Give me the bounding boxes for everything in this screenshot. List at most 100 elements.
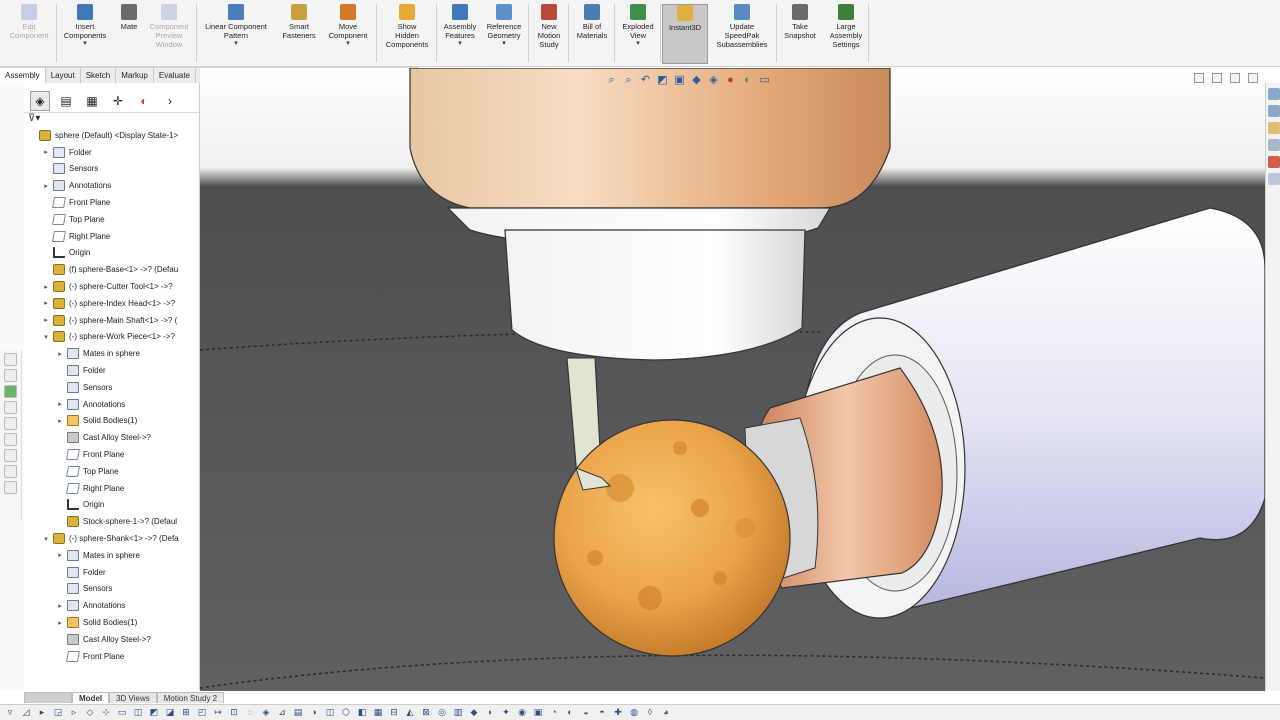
bill-of-materials-button[interactable]: Bill of Materials bbox=[572, 4, 612, 64]
new-motion-study-button[interactable]: New Motion Study bbox=[532, 4, 566, 64]
appearances-icon[interactable] bbox=[1268, 156, 1280, 168]
insert-components-button[interactable]: Insert Components ▾ bbox=[58, 4, 112, 64]
view-orientation-icon[interactable]: ▣ bbox=[673, 74, 686, 87]
chevron-down-icon[interactable]: ▾ bbox=[458, 40, 462, 48]
chevron-down-icon[interactable]: ▾ bbox=[636, 40, 640, 48]
chevron-down-icon[interactable]: ▾ bbox=[83, 40, 87, 48]
reference-geometry-button[interactable]: Reference Geometry ▾ bbox=[482, 4, 526, 64]
tab-assembly[interactable]: Assembly bbox=[0, 67, 46, 83]
toolbar-tool-icon[interactable]: ◑ bbox=[308, 707, 320, 718]
tree-item[interactable]: ▸ Annotations bbox=[24, 597, 199, 614]
view-settings-icon[interactable]: ▭ bbox=[758, 74, 771, 87]
toolbar-tool-icon[interactable]: ◩ bbox=[148, 707, 160, 718]
apply-scene-icon[interactable]: ◐ bbox=[741, 74, 754, 87]
expand-arrow-icon[interactable]: ▸ bbox=[42, 182, 50, 190]
tree-item[interactable]: Front Plane bbox=[24, 446, 199, 463]
toolbar-tool-icon[interactable]: ▣ bbox=[532, 707, 544, 718]
bottom-tab-3d-views[interactable]: 3D Views bbox=[109, 692, 157, 703]
zoom-to-area-icon[interactable]: ⌕ bbox=[622, 74, 635, 87]
tree-item[interactable]: Folder bbox=[24, 362, 199, 379]
chevron-down-icon[interactable]: ▾ bbox=[346, 40, 350, 48]
update-speedpak-button[interactable]: Update SpeedPak Subassemblies bbox=[712, 4, 772, 64]
toolbar-tool-icon[interactable]: ✦ bbox=[500, 707, 512, 718]
tree-item[interactable]: Top Plane bbox=[24, 211, 199, 228]
configuration-manager-icon[interactable]: ▦ bbox=[82, 91, 102, 111]
toolbar-tool-icon[interactable]: ◇ bbox=[84, 707, 96, 718]
toolbar-tool-icon[interactable]: ◿ bbox=[20, 707, 32, 718]
solidworks-resources-icon[interactable] bbox=[1268, 88, 1280, 100]
chevron-down-icon[interactable]: ▾ bbox=[234, 40, 238, 48]
tree-item[interactable]: ▸ Mates in sphere bbox=[24, 345, 199, 362]
tree-item[interactable]: Front Plane bbox=[24, 194, 199, 211]
tree-item[interactable]: ▸ Annotations bbox=[24, 396, 199, 413]
tree-item[interactable]: ▸ (-) sphere-Cutter Tool<1> ->? bbox=[24, 278, 199, 295]
measure-icon[interactable] bbox=[4, 449, 17, 462]
tab-evaluate[interactable]: Evaluate bbox=[153, 67, 197, 83]
view-icon[interactable] bbox=[4, 417, 17, 430]
section-icon[interactable] bbox=[4, 433, 17, 446]
toolbar-tool-icon[interactable]: ◌ bbox=[244, 707, 256, 718]
toolbar-tool-icon[interactable]: ▥ bbox=[452, 707, 464, 718]
toolbar-tool-icon[interactable]: ◭ bbox=[404, 707, 416, 718]
instant3d-button[interactable]: Instant3D bbox=[662, 4, 708, 64]
toolbar-tool-icon[interactable]: ⊡ bbox=[228, 707, 240, 718]
tree-item[interactable]: Folder bbox=[24, 564, 199, 581]
tab-scroll-arrows[interactable] bbox=[24, 692, 72, 703]
toolbar-tool-icon[interactable]: ◐ bbox=[564, 707, 576, 718]
restore-icon[interactable] bbox=[1194, 73, 1204, 83]
toolbar-tool-icon[interactable]: ◎ bbox=[436, 707, 448, 718]
toolbar-tool-icon[interactable]: ◒ bbox=[580, 707, 592, 718]
expand-arrow-icon[interactable]: ▸ bbox=[56, 400, 64, 408]
tree-item[interactable]: ▾ (-) sphere-Shank<1> ->? (Defa bbox=[24, 530, 199, 547]
feature-tree-icon[interactable]: ◈ bbox=[30, 90, 50, 111]
section-view-icon[interactable]: ◩ bbox=[656, 74, 669, 87]
move-component-button[interactable]: Move Component ▾ bbox=[324, 4, 372, 64]
hide-show-items-icon[interactable]: ◈ bbox=[707, 74, 720, 87]
toolbar-tool-icon[interactable]: ◈ bbox=[260, 707, 272, 718]
tree-item[interactable]: Front Plane bbox=[24, 648, 199, 665]
toolbar-tool-icon[interactable]: ▸ bbox=[36, 707, 48, 718]
tree-item[interactable]: Sensors bbox=[24, 161, 199, 178]
custom-properties-icon[interactable] bbox=[1268, 173, 1280, 185]
expand-arrow-icon[interactable]: ▸ bbox=[56, 417, 64, 425]
toolbar-tool-icon[interactable]: ▤ bbox=[292, 707, 304, 718]
camera-icon[interactable] bbox=[4, 481, 17, 494]
expand-arrow-icon[interactable]: ▸ bbox=[42, 316, 50, 324]
tree-item[interactable]: ▸ Annotations bbox=[24, 177, 199, 194]
tab-sketch[interactable]: Sketch bbox=[80, 67, 117, 83]
tree-item[interactable]: ▸ (-) sphere-Main Shaft<1> ->? ( bbox=[24, 312, 199, 329]
expand-arrow-icon[interactable]: ▸ bbox=[56, 350, 64, 358]
large-assembly-settings-button[interactable]: Large Assembly Settings bbox=[826, 4, 866, 64]
tree-item[interactable]: Sensors bbox=[24, 379, 199, 396]
display-manager-icon[interactable]: ◐ bbox=[134, 91, 154, 111]
toolbar-tool-icon[interactable]: ◍ bbox=[628, 707, 640, 718]
toolbar-tool-icon[interactable]: ▹ bbox=[68, 707, 80, 718]
tree-item[interactable]: ▸ (-) sphere-Index Head<1> ->? bbox=[24, 295, 199, 312]
expand-arrow-icon[interactable]: ▸ bbox=[42, 299, 50, 307]
toolbar-tool-icon[interactable]: ↦ bbox=[212, 707, 224, 718]
toolbar-tool-icon[interactable]: ▭ bbox=[116, 707, 128, 718]
toolbar-tool-icon[interactable]: ◗ bbox=[484, 707, 496, 718]
property-manager-icon[interactable]: ▤ bbox=[56, 91, 76, 111]
render-icon[interactable] bbox=[4, 401, 17, 414]
lights-icon[interactable] bbox=[4, 465, 17, 478]
tile-icon[interactable] bbox=[1212, 73, 1222, 83]
tree-item[interactable]: ▸ Solid Bodies(1) bbox=[24, 413, 199, 430]
expand-arrow-icon[interactable]: ▸ bbox=[56, 602, 64, 610]
exploded-view-button[interactable]: Exploded View ▾ bbox=[618, 4, 658, 64]
toolbar-tool-icon[interactable]: ▦ bbox=[372, 707, 384, 718]
file-explorer-icon[interactable] bbox=[1268, 122, 1280, 134]
tab-layout[interactable]: Layout bbox=[45, 67, 81, 83]
show-hidden-components-button[interactable]: Show Hidden Components bbox=[380, 4, 434, 64]
toolbar-tool-icon[interactable]: ⊿ bbox=[276, 707, 288, 718]
toolbar-tool-icon[interactable]: ◆ bbox=[468, 707, 480, 718]
take-snapshot-button[interactable]: Take Snapshot bbox=[780, 4, 820, 64]
tree-item[interactable]: ▸ Folder bbox=[24, 144, 199, 161]
mate-button[interactable]: Mate bbox=[116, 4, 142, 64]
toolbar-tool-icon[interactable]: ◔ bbox=[548, 707, 560, 718]
smart-fasteners-button[interactable]: Smart Fasteners bbox=[278, 4, 320, 64]
tree-item[interactable]: (f) sphere-Base<1> ->? (Defau bbox=[24, 261, 199, 278]
chevron-down-icon[interactable]: ▾ bbox=[502, 40, 506, 48]
toolbar-tool-icon[interactable]: ◓ bbox=[596, 707, 608, 718]
tree-item[interactable]: ▸ Solid Bodies(1) bbox=[24, 614, 199, 631]
